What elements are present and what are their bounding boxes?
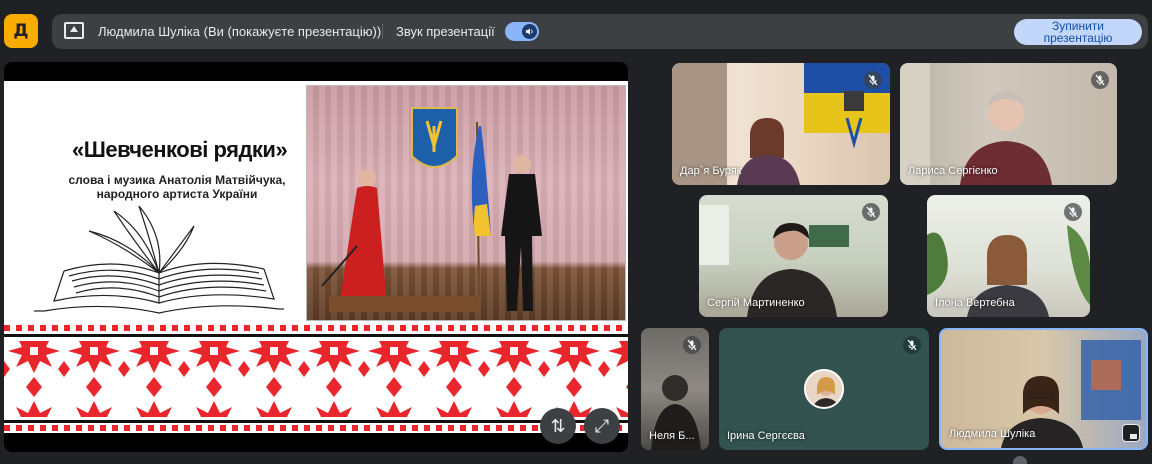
slide-subtitle-line2: народного артиста України bbox=[96, 187, 258, 201]
self-view-tile[interactable]: Людмила Шуліка bbox=[939, 328, 1148, 450]
participant-tile[interactable]: Ірина Сергєєва bbox=[719, 328, 929, 450]
avatar bbox=[804, 369, 844, 409]
meet-window: Д Людмила Шуліка (Ви (покажуєте презента… bbox=[0, 0, 1152, 464]
presentation-sound-label: Звук презентації bbox=[396, 24, 495, 39]
app-logo-glyph: Д bbox=[13, 21, 29, 41]
fullscreen-icon: ⤢ bbox=[594, 415, 610, 436]
participant-name: Сергій Мартиненко bbox=[707, 297, 805, 309]
presenting-status-text: Людмила Шуліка (Ви (покажуєте презентаці… bbox=[98, 24, 382, 39]
participant-tile[interactable]: Ілона Вертебна bbox=[927, 195, 1090, 317]
participant-tile[interactable]: Лариса Сергієнко bbox=[900, 63, 1117, 185]
presentation-stage: «Шевченкові рядки» слова і музика Анатол… bbox=[4, 62, 628, 452]
slide-subtitle-line1: слова і музика Анатолія Матвійчука, bbox=[68, 173, 286, 187]
mic-off-icon bbox=[864, 71, 882, 89]
presentation-sound-toggle[interactable] bbox=[505, 22, 539, 41]
more-indicator bbox=[1013, 456, 1027, 464]
open-book-illustration bbox=[34, 205, 284, 314]
singers-photo bbox=[306, 85, 626, 321]
participant-name: Дар`я Буряк bbox=[680, 165, 742, 177]
slide-subtitle: слова і музика Анатолія Матвійчука, наро… bbox=[52, 173, 302, 201]
participant-name: Ірина Сергєєва bbox=[727, 430, 805, 442]
slide-title: «Шевченкові рядки» bbox=[72, 137, 288, 162]
present-screen-icon bbox=[64, 22, 84, 39]
presenting-bar: Людмила Шуліка (Ви (покажуєте презентаці… bbox=[52, 14, 1148, 49]
participant-name: Неля Б... bbox=[649, 430, 695, 442]
mic-off-icon bbox=[1091, 71, 1109, 89]
divider bbox=[382, 24, 383, 39]
mic-off-icon bbox=[903, 336, 921, 354]
embroidery-pattern bbox=[4, 325, 628, 433]
mic-off-icon bbox=[1064, 203, 1082, 221]
app-logo[interactable]: Д bbox=[4, 14, 38, 48]
participant-name: Людмила Шуліка bbox=[949, 428, 1036, 440]
participant-name: Лариса Сергієнко bbox=[908, 165, 998, 177]
participant-name: Ілона Вертебна bbox=[935, 297, 1015, 309]
fullscreen-button[interactable]: ⤢ bbox=[584, 408, 620, 444]
participant-tile[interactable]: Сергій Мартиненко bbox=[699, 195, 888, 317]
mic-off-icon bbox=[862, 203, 880, 221]
stop-presenting-button[interactable]: Зупинити презентацію bbox=[1014, 19, 1142, 45]
swap-layout-button[interactable]: ⇅ bbox=[540, 408, 576, 444]
swap-icon: ⇅ bbox=[550, 415, 566, 436]
speaker-icon bbox=[522, 24, 537, 39]
mic-off-icon bbox=[683, 336, 701, 354]
participant-tile[interactable]: Дар`я Буряк bbox=[672, 63, 890, 185]
participant-tile[interactable]: Неля Б... bbox=[641, 328, 709, 450]
picture-in-picture-icon[interactable] bbox=[1122, 424, 1140, 442]
presentation-slide: «Шевченкові рядки» слова і музика Анатол… bbox=[4, 81, 628, 433]
